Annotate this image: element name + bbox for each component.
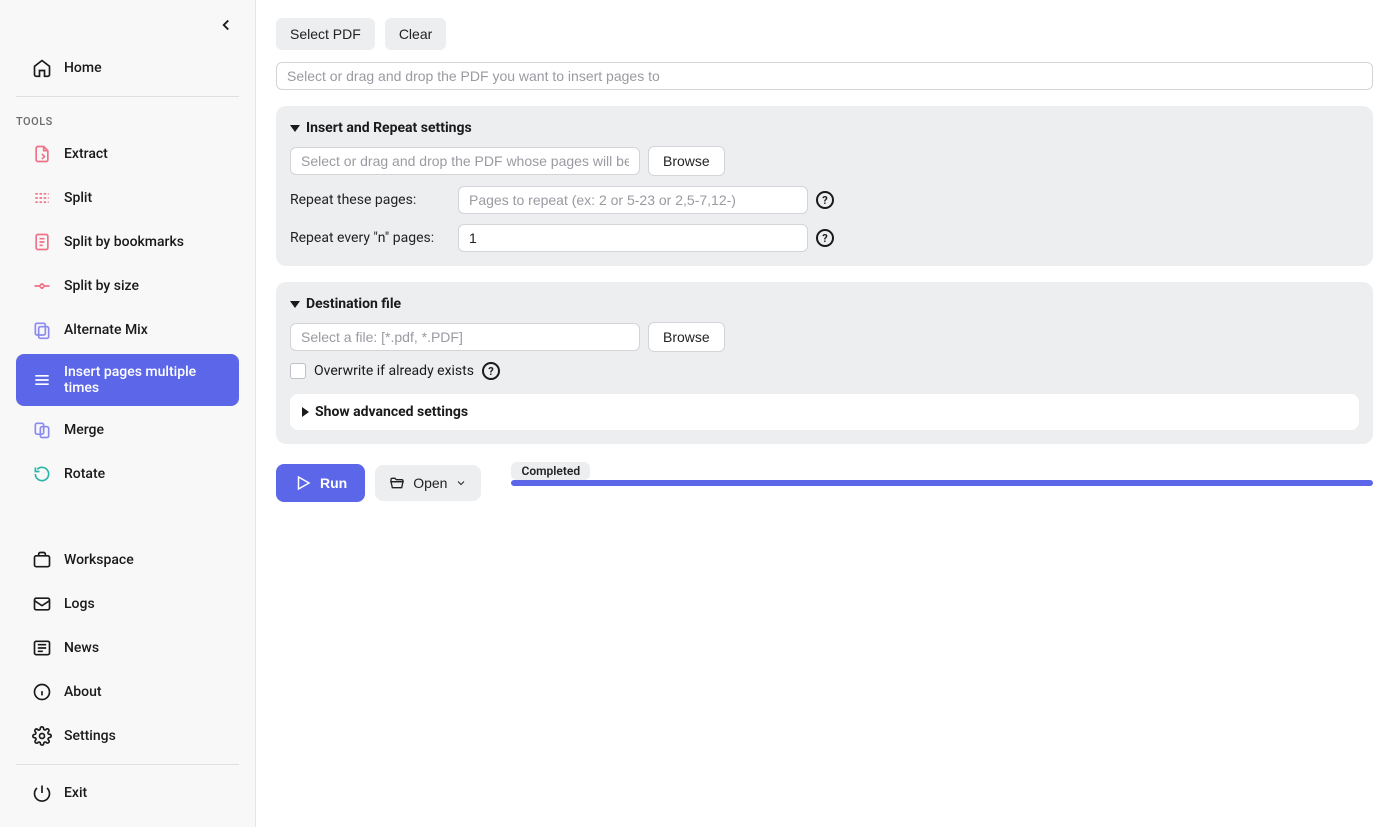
sidebar: Home TOOLS Extract Split Split by bookma… — [0, 0, 256, 827]
main-content: Select PDF Clear Insert and Repeat setti… — [256, 0, 1393, 827]
nav-workspace[interactable]: Workspace — [16, 540, 239, 580]
nav-split-size[interactable]: Split by size — [16, 266, 239, 306]
nav-insert-pages[interactable]: Insert pages multiple times — [16, 354, 239, 406]
source-pdf-input[interactable] — [290, 147, 640, 175]
news-icon — [32, 638, 52, 658]
home-icon — [32, 58, 52, 78]
chevron-left-icon — [217, 16, 235, 34]
progress-bar — [511, 480, 1373, 486]
nav-news[interactable]: News — [16, 628, 239, 668]
nav-settings[interactable]: Settings — [16, 716, 239, 756]
insert-panel-title: Insert and Repeat settings — [306, 120, 472, 136]
merge-icon — [32, 420, 52, 440]
about-icon — [32, 682, 52, 702]
extract-icon — [32, 144, 52, 164]
nav-alternate-mix[interactable]: Alternate Mix — [16, 310, 239, 350]
browse-destination-button[interactable]: Browse — [648, 322, 725, 352]
nav-about[interactable]: About — [16, 672, 239, 712]
split-icon — [32, 188, 52, 208]
help-icon[interactable]: ? — [816, 191, 834, 209]
nav-home-label: Home — [64, 60, 102, 76]
workspace-icon — [32, 550, 52, 570]
folder-open-icon — [389, 475, 405, 491]
insert-repeat-panel: Insert and Repeat settings Browse Repeat… — [276, 106, 1373, 266]
logs-icon — [32, 594, 52, 614]
nav-label: Insert pages multiple times — [64, 364, 223, 396]
clear-button[interactable]: Clear — [385, 18, 446, 50]
advanced-settings-toggle[interactable]: Show advanced settings — [290, 394, 1359, 430]
nav-label: Split — [64, 190, 92, 206]
run-button[interactable]: Run — [276, 464, 365, 502]
destination-file-input[interactable] — [290, 323, 640, 351]
run-label: Run — [320, 475, 347, 491]
nav-label: About — [64, 684, 102, 700]
split-size-icon — [32, 276, 52, 296]
settings-icon — [32, 726, 52, 746]
progress: Completed — [511, 480, 1373, 486]
alternate-mix-icon — [32, 320, 52, 340]
split-bookmarks-icon — [32, 232, 52, 252]
dest-panel-title: Destination file — [306, 296, 401, 312]
nav-label: Workspace — [64, 552, 134, 568]
repeat-pages-input[interactable] — [458, 186, 808, 214]
caret-down-icon — [290, 125, 300, 132]
nav-label: Split by bookmarks — [64, 234, 184, 250]
open-label: Open — [413, 475, 447, 491]
nav-label: Split by size — [64, 278, 139, 294]
caret-down-icon — [290, 301, 300, 308]
select-pdf-button[interactable]: Select PDF — [276, 18, 375, 50]
nav-label: Merge — [64, 422, 104, 438]
nav-logs[interactable]: Logs — [16, 584, 239, 624]
nav-label: News — [64, 640, 99, 656]
overwrite-label: Overwrite if already exists — [314, 363, 474, 379]
nav-extract[interactable]: Extract — [16, 134, 239, 174]
nav-split-bookmarks[interactable]: Split by bookmarks — [16, 222, 239, 262]
dest-panel-header[interactable]: Destination file — [290, 296, 1359, 312]
exit-icon — [32, 783, 52, 803]
repeat-pages-label: Repeat these pages: — [290, 192, 450, 208]
insert-panel-header[interactable]: Insert and Repeat settings — [290, 120, 1359, 136]
nav-label: Exit — [64, 785, 87, 801]
repeat-every-input[interactable] — [458, 224, 808, 252]
collapse-sidebar-button[interactable] — [0, 12, 255, 46]
open-button[interactable]: Open — [375, 465, 481, 501]
nav-home[interactable]: Home — [16, 48, 239, 88]
nav-label: Logs — [64, 596, 95, 612]
help-icon[interactable]: ? — [482, 362, 500, 380]
advanced-settings-label: Show advanced settings — [315, 404, 468, 420]
overwrite-checkbox[interactable] — [290, 363, 306, 379]
nav-rotate[interactable]: Rotate — [16, 454, 239, 494]
nav-split[interactable]: Split — [16, 178, 239, 218]
rotate-icon — [32, 464, 52, 484]
browse-source-button[interactable]: Browse — [648, 146, 725, 176]
insert-pages-icon — [32, 370, 52, 390]
progress-status: Completed — [511, 462, 590, 480]
nav-label: Alternate Mix — [64, 322, 148, 338]
destination-panel: Destination file Browse Overwrite if alr… — [276, 282, 1373, 444]
target-pdf-input[interactable] — [276, 62, 1373, 90]
play-icon — [294, 474, 312, 492]
nav-merge[interactable]: Merge — [16, 410, 239, 450]
caret-right-icon — [302, 407, 309, 417]
help-icon[interactable]: ? — [816, 229, 834, 247]
chevron-down-icon — [455, 477, 467, 489]
nav-label: Settings — [64, 728, 116, 744]
nav-label: Rotate — [64, 466, 105, 482]
nav-label: Extract — [64, 146, 108, 162]
repeat-every-label: Repeat every "n" pages: — [290, 230, 450, 246]
nav-exit[interactable]: Exit — [16, 773, 239, 813]
tools-section-header: TOOLS — [0, 107, 255, 132]
